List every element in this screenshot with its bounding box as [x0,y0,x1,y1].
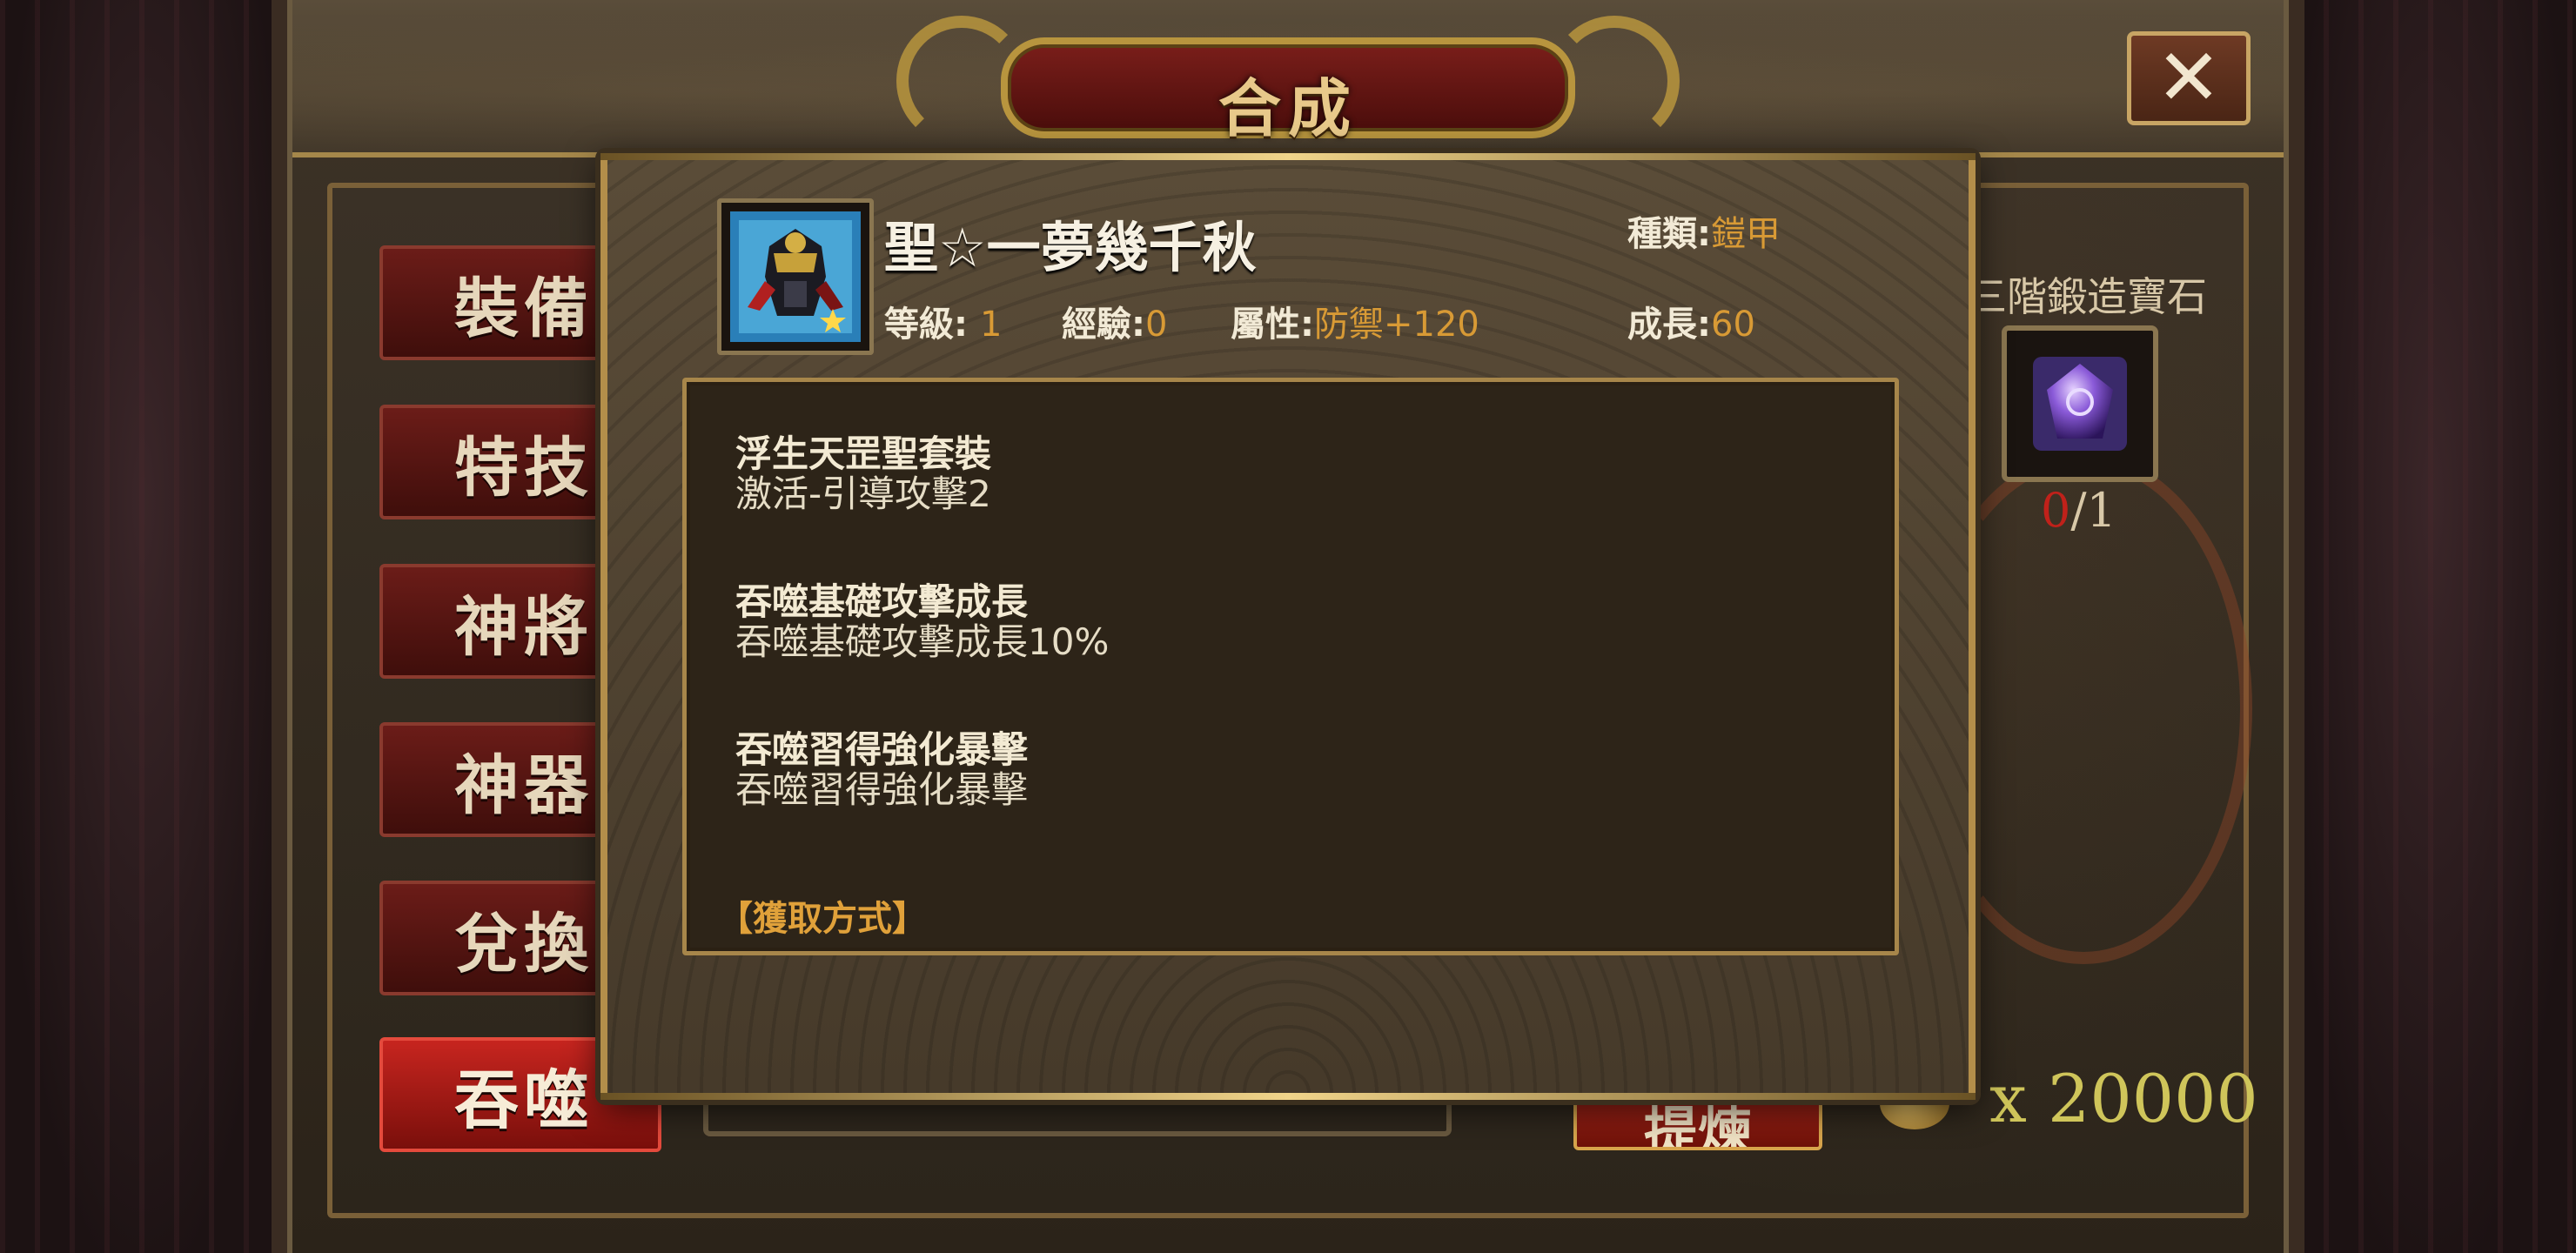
acquire-method-link[interactable]: 【獲取方式】 [718,890,927,941]
purple-gem-icon [2033,357,2127,451]
exp-stat: 經驗:0 [1062,296,1167,346]
background-left [0,0,287,1253]
material-count: 0/1 [2041,483,2116,538]
title-plate: 合成 [896,16,1680,146]
nav-label: 特技 [454,430,594,506]
material-name: 三階鍛造寶石 [1967,273,2207,320]
skill-name: 吞噬基礎攻擊成長 [735,580,1029,623]
nav-label: 神器 [454,747,594,823]
background-right [2289,0,2576,1253]
material-have: 0 [2041,483,2071,538]
item-name: 聖☆一夢幾千秋 [884,216,1257,279]
attribute-value: 防禦+120 [1314,305,1479,345]
item-tooltip: 聖☆一夢幾千秋 種類:鎧甲 等級: 1 經驗:0 屬性:防禦+120 成長:60… [600,153,1976,1100]
exp-label: 經驗: [1062,305,1145,345]
skill-desc: 吞噬基礎攻擊成長10% [735,620,1110,663]
skill-desc: 激活-引導攻擊2 [735,472,991,515]
close-button[interactable]: ✕ [2127,31,2251,125]
nav-label: 兌換 [454,906,594,982]
skill-name: 浮生天罡聖套裝 [735,432,992,475]
armored-warrior-icon [730,211,861,342]
skill-name: 吞噬習得強化暴擊 [735,728,1029,771]
growth-stat: 成長:60 [1627,296,1755,346]
skill-entry: 吞噬習得強化暴擊 吞噬習得強化暴擊 [735,730,1028,810]
window-header: 合成 ✕ [292,0,2284,157]
type-stat: 種類:鎧甲 [1627,205,1781,256]
material-need: /1 [2070,483,2116,538]
nav-label: 神將 [454,589,594,665]
level-stat: 等級: 1 [884,296,1002,346]
nav-label: 吞噬 [454,1062,594,1138]
material-slot[interactable] [2002,325,2158,482]
window-title: 合成 [1218,72,1358,145]
attribute-label: 屬性: [1231,305,1314,345]
growth-label: 成長: [1627,305,1711,345]
skill-entry: 吞噬基礎攻擊成長 吞噬基礎攻擊成長10% [735,582,1109,662]
type-value: 鎧甲 [1711,214,1781,254]
attribute-stat: 屬性:防禦+120 [1231,296,1479,346]
exp-value: 0 [1145,305,1168,345]
growth-value: 60 [1711,305,1755,345]
description-panel: 浮生天罡聖套裝 激活-引導攻擊2 吞噬基礎攻擊成長 吞噬基礎攻擊成長10% 吞噬… [682,378,1899,955]
close-icon: ✕ [2156,32,2222,124]
skill-entry: 浮生天罡聖套裝 激活-引導攻擊2 [735,434,991,514]
item-icon-frame [717,198,874,355]
nav-label: 裝備 [454,271,594,346]
type-label: 種類: [1627,214,1711,254]
cost-text: x 20000 [1989,1060,2258,1137]
skill-desc: 吞噬習得強化暴擊 [735,768,1029,811]
level-label: 等級: [884,305,968,345]
level-value: 1 [979,305,1003,345]
